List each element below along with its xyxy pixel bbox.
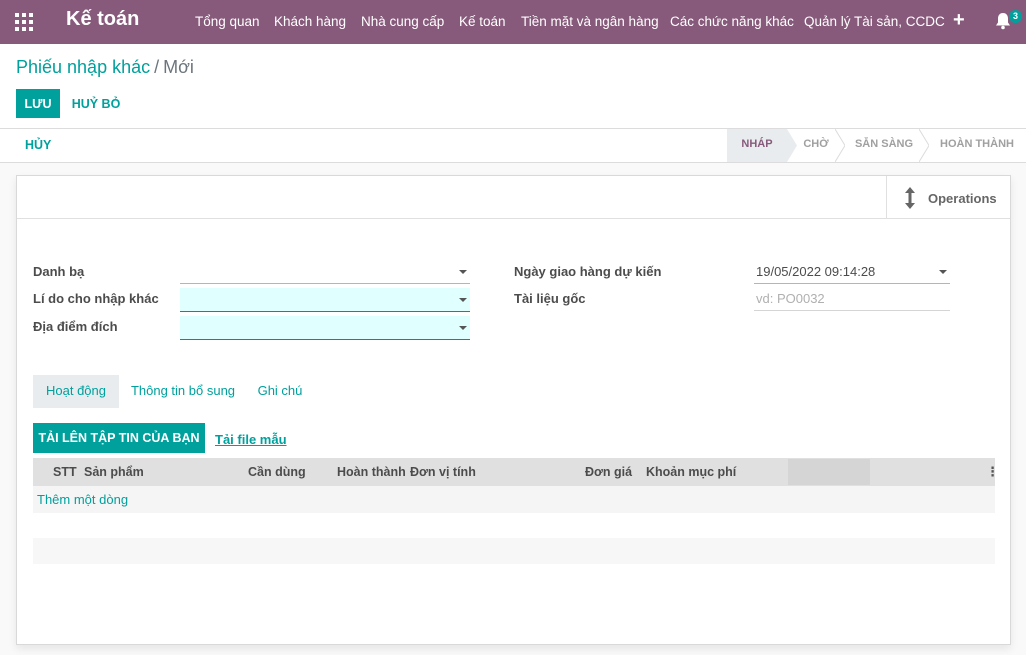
contact-field[interactable] bbox=[180, 260, 470, 284]
menu-item-cash-bank[interactable]: Tiền mặt và ngân hàng bbox=[521, 14, 659, 29]
stage-divider bbox=[919, 129, 929, 162]
upload-file-button[interactable]: TẢI LÊN TẬP TIN CỦA BẠN bbox=[33, 423, 205, 453]
statusbar: HỦY NHÁP CHỜ SẴN SÀNG HOÀN THÀNH bbox=[0, 129, 1026, 163]
column-options-icon[interactable]: ⋮ bbox=[986, 464, 999, 480]
cancel-button[interactable]: HỦY bbox=[25, 138, 51, 152]
stage-divider bbox=[835, 129, 845, 162]
source-doc-placeholder: vd: PO0032 bbox=[756, 291, 825, 306]
tab-notes[interactable]: Ghi chú bbox=[249, 375, 311, 408]
tab-operations[interactable]: Hoạt động bbox=[33, 375, 119, 408]
notification-badge: 3 bbox=[1009, 10, 1022, 23]
reason-label: Lí do cho nhập khác bbox=[33, 291, 159, 306]
destination-field[interactable] bbox=[180, 316, 470, 340]
breadcrumb-current: Mới bbox=[163, 57, 194, 77]
apps-grid-icon[interactable] bbox=[15, 13, 33, 31]
destination-label: Địa điểm đích bbox=[33, 319, 118, 334]
form-sheet: Operations Danh bạ Lí do cho nhập khác Đ… bbox=[16, 175, 1011, 645]
column-header-blank bbox=[788, 459, 870, 485]
top-navbar: Kế toán Tổng quan Khách hàng Nhà cung cấ… bbox=[0, 0, 1026, 44]
stage-waiting[interactable]: CHỜ bbox=[797, 129, 835, 162]
add-line-link[interactable]: Thêm một dòng bbox=[37, 492, 128, 507]
column-header-product[interactable]: Sản phẩm bbox=[84, 465, 144, 479]
control-panel: Phiếu nhập khác / Mới LƯU HUỶ BỎ bbox=[0, 44, 1026, 129]
reason-field[interactable] bbox=[180, 288, 470, 312]
column-header-expense-item[interactable]: Khoản mục phí bbox=[646, 465, 736, 479]
breadcrumb: Phiếu nhập khác / Mới bbox=[16, 57, 194, 78]
contact-label: Danh bạ bbox=[33, 264, 85, 279]
source-doc-field[interactable]: vd: PO0032 bbox=[754, 287, 950, 311]
stage-arrow-active bbox=[787, 129, 797, 162]
menu-item-vendors[interactable]: Nhà cung cấp bbox=[361, 14, 444, 29]
scheduled-date-value: 19/05/2022 09:14:28 bbox=[756, 264, 876, 279]
menu-item-overview[interactable]: Tổng quan bbox=[195, 14, 260, 29]
menu-item-other-functions[interactable]: Các chức năng khác bbox=[670, 14, 794, 29]
plus-icon[interactable]: + bbox=[953, 9, 965, 32]
tab-additional-info[interactable]: Thông tin bổ sung bbox=[123, 375, 243, 408]
chevron-down-icon[interactable] bbox=[459, 326, 467, 330]
column-header-done[interactable]: Hoàn thành bbox=[337, 465, 406, 479]
operations-button[interactable]: Operations bbox=[886, 176, 1010, 219]
download-template-link[interactable]: Tải file mẫu bbox=[215, 432, 287, 447]
table-row bbox=[33, 538, 995, 564]
menu-item-accounting[interactable]: Kế toán bbox=[459, 14, 506, 29]
scheduled-date-field[interactable]: 19/05/2022 09:14:28 bbox=[754, 260, 950, 284]
column-header-uom[interactable]: Đơn vị tính bbox=[410, 465, 476, 479]
breadcrumb-parent[interactable]: Phiếu nhập khác bbox=[16, 57, 150, 77]
stage-draft[interactable]: NHÁP bbox=[727, 129, 787, 162]
chevron-down-icon[interactable] bbox=[459, 298, 467, 302]
scheduled-date-label: Ngày giao hàng dự kiến bbox=[514, 264, 662, 279]
stage-done[interactable]: HOÀN THÀNH bbox=[933, 129, 1021, 162]
discard-button[interactable]: HUỶ BỎ bbox=[66, 89, 126, 118]
table-header: STT Sản phẩm Cần dùng Hoàn thành Đơn vị … bbox=[33, 458, 999, 486]
column-header-demand[interactable]: Cần dùng bbox=[248, 465, 306, 479]
operations-label: Operations bbox=[928, 191, 997, 206]
app-brand[interactable]: Kế toán bbox=[66, 8, 139, 31]
table-row-add: Thêm một dòng bbox=[33, 486, 995, 513]
menu-item-asset-management[interactable]: Quản lý Tài sản, CCDC bbox=[804, 14, 945, 29]
column-header-stt[interactable]: STT bbox=[53, 465, 77, 479]
chevron-down-icon[interactable] bbox=[459, 270, 467, 274]
save-button[interactable]: LƯU bbox=[16, 89, 60, 118]
menu-item-customers[interactable]: Khách hàng bbox=[274, 14, 346, 29]
stage-ready[interactable]: SẴN SÀNG bbox=[849, 129, 919, 162]
breadcrumb-separator: / bbox=[154, 57, 160, 77]
source-doc-label: Tài liệu gốc bbox=[514, 291, 586, 306]
smart-button-box: Operations bbox=[17, 176, 1010, 219]
column-header-unit-price[interactable]: Đơn giá bbox=[585, 465, 632, 479]
arrows-v-icon bbox=[905, 187, 915, 209]
chevron-down-icon[interactable] bbox=[939, 270, 947, 274]
